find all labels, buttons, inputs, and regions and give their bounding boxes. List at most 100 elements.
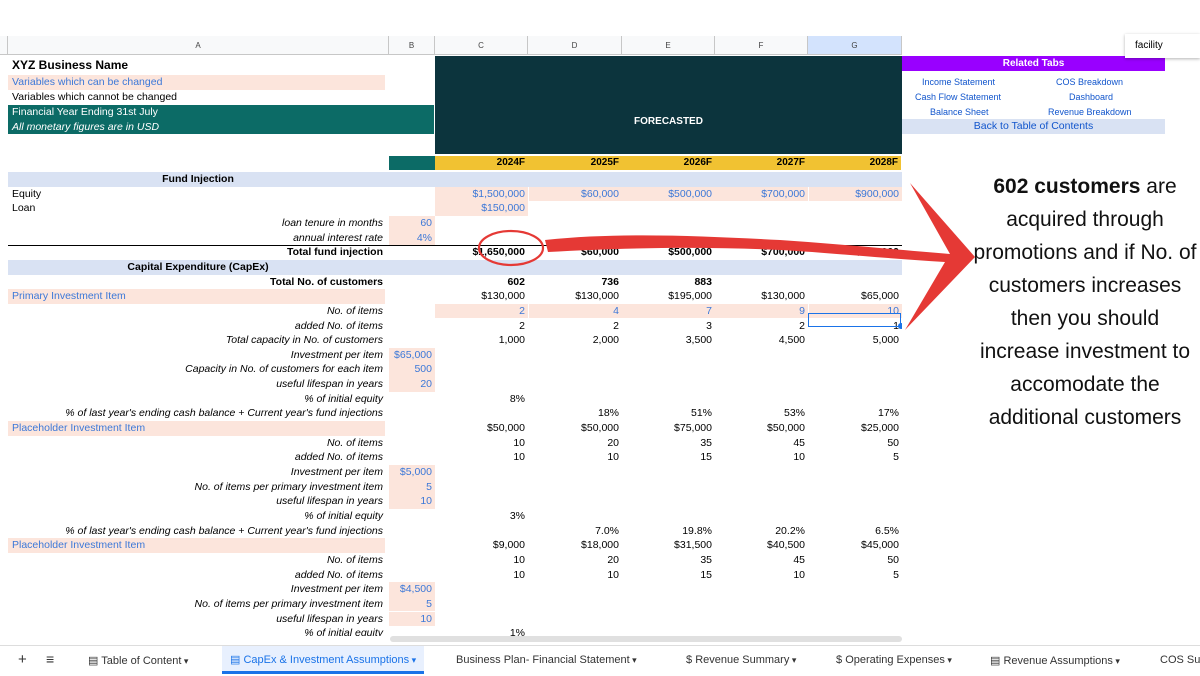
value-cell[interactable]: $65,000 — [809, 289, 899, 304]
corner-header[interactable] — [0, 36, 8, 55]
sheet-tab[interactable]: ▤ Table of Content ▾ — [88, 654, 188, 667]
value-cell[interactable]: 17% — [809, 406, 899, 421]
value-cell[interactable]: 1,000 — [435, 333, 525, 348]
value-cell[interactable]: $130,000 — [529, 289, 619, 304]
value-cell[interactable]: 19.8% — [622, 524, 712, 539]
value-cell[interactable]: $195,000 — [622, 289, 712, 304]
value-cell[interactable]: $40,500 — [715, 538, 805, 553]
all-sheets-icon[interactable]: ≡ — [46, 651, 54, 667]
value-cell[interactable]: 20 — [529, 436, 619, 451]
value-cell[interactable]: $1,500,000 — [435, 187, 525, 202]
sheet-tab[interactable]: $ Operating Expenses ▾ — [836, 654, 952, 666]
sheet-tab[interactable]: Business Plan- Financial Statement ▾ — [456, 654, 637, 666]
value-cell[interactable]: 5,000 — [809, 333, 899, 348]
sheet-tab[interactable]: COS Su — [1160, 654, 1200, 666]
column-header-g[interactable]: G — [808, 36, 902, 55]
value-cell[interactable]: 6.5% — [809, 524, 899, 539]
value-cell[interactable]: 7.0% — [529, 524, 619, 539]
value-cell[interactable]: $75,000 — [622, 421, 712, 436]
value-cell[interactable]: 10 — [529, 450, 619, 465]
link-cash-flow[interactable]: Cash Flow Statement — [915, 92, 1001, 102]
value-cell[interactable]: 883 — [622, 275, 712, 290]
input-value[interactable]: $5,000 — [389, 465, 432, 480]
column-header-c[interactable]: C — [435, 36, 528, 55]
value-cell[interactable]: 18% — [529, 406, 619, 421]
value-cell[interactable]: $50,000 — [715, 421, 805, 436]
link-revenue-breakdown[interactable]: Revenue Breakdown — [1048, 107, 1132, 117]
value-cell[interactable]: 5 — [809, 568, 899, 583]
value-cell[interactable]: 10 — [529, 568, 619, 583]
value-cell[interactable]: 4,500 — [715, 333, 805, 348]
link-income-statement[interactable]: Income Statement — [922, 77, 995, 87]
value-cell[interactable]: 2 — [715, 319, 805, 334]
value-cell[interactable]: 9 — [715, 304, 805, 319]
value-cell[interactable]: $60,000 — [529, 245, 619, 260]
column-header-d[interactable]: D — [528, 36, 622, 55]
chevron-down-icon[interactable]: ▾ — [409, 655, 417, 665]
value-cell[interactable]: 3 — [622, 319, 712, 334]
input-value[interactable]: 5 — [389, 597, 432, 612]
value-cell[interactable]: $130,000 — [435, 289, 525, 304]
link-cos-breakdown[interactable]: COS Breakdown — [1056, 77, 1123, 87]
value-cell[interactable]: $25,000 — [809, 421, 899, 436]
column-header-a[interactable]: A — [8, 36, 389, 55]
link-balance-sheet[interactable]: Balance Sheet — [930, 107, 989, 117]
value-cell[interactable]: 35 — [622, 436, 712, 451]
value-cell[interactable]: $1,650,000 — [435, 245, 525, 260]
value-cell[interactable]: 2 — [435, 304, 525, 319]
value-cell[interactable]: 50 — [809, 436, 899, 451]
value-cell[interactable]: 3,500 — [622, 333, 712, 348]
sheet-tab[interactable]: ▤ Revenue Assumptions ▾ — [990, 654, 1120, 667]
value-cell[interactable]: 10 — [435, 450, 525, 465]
value-cell[interactable]: 53% — [715, 406, 805, 421]
value-cell[interactable]: 1% — [435, 626, 525, 636]
value-cell[interactable]: 2 — [435, 319, 525, 334]
value-cell[interactable]: 7 — [622, 304, 712, 319]
fill-handle[interactable] — [898, 323, 902, 329]
value-cell[interactable]: $900,000 — [809, 187, 899, 202]
value-cell[interactable]: 15 — [622, 450, 712, 465]
horizontal-scrollbar[interactable] — [390, 636, 902, 642]
column-header-b[interactable]: B — [389, 36, 435, 55]
value-cell[interactable]: $45,000 — [809, 538, 899, 553]
value-cell[interactable]: 602 — [435, 275, 525, 290]
input-value[interactable]: 60 — [389, 216, 432, 231]
value-cell[interactable]: $700,000 — [715, 187, 805, 202]
value-cell[interactable]: 3% — [435, 509, 525, 524]
value-cell[interactable]: 50 — [809, 553, 899, 568]
value-cell[interactable]: 20.2% — [715, 524, 805, 539]
value-cell[interactable]: $50,000 — [435, 421, 525, 436]
value-cell[interactable]: 45 — [715, 436, 805, 451]
value-cell[interactable]: $900,000 — [809, 245, 899, 260]
value-cell[interactable]: 45 — [715, 553, 805, 568]
value-cell[interactable]: $31,500 — [622, 538, 712, 553]
value-cell[interactable]: 10 — [715, 450, 805, 465]
add-sheet-icon[interactable]: + — [18, 651, 27, 668]
input-value[interactable]: 500 — [389, 362, 432, 377]
value-cell[interactable]: 5 — [809, 450, 899, 465]
column-header-f[interactable]: F — [715, 36, 808, 55]
value-cell[interactable]: 736 — [529, 275, 619, 290]
value-cell[interactable]: 2,000 — [529, 333, 619, 348]
sheet-tab[interactable]: $ Revenue Summary ▾ — [686, 654, 796, 666]
chevron-down-icon[interactable]: ▾ — [789, 655, 797, 665]
value-cell[interactable]: $700,000 — [715, 245, 805, 260]
value-cell[interactable]: 10 — [715, 568, 805, 583]
value-cell[interactable]: 10 — [435, 553, 525, 568]
value-cell[interactable]: $150,000 — [435, 201, 525, 216]
value-cell[interactable]: $60,000 — [529, 187, 619, 202]
value-cell[interactable]: $50,000 — [529, 421, 619, 436]
value-cell[interactable]: 2 — [529, 319, 619, 334]
value-cell[interactable]: 20 — [529, 553, 619, 568]
chevron-down-icon[interactable]: ▾ — [945, 655, 952, 665]
value-cell[interactable]: 15 — [622, 568, 712, 583]
input-value[interactable]: $65,000 — [389, 348, 432, 363]
selected-cell[interactable] — [808, 313, 901, 327]
column-header-e[interactable]: E — [622, 36, 715, 55]
chevron-down-icon[interactable]: ▾ — [181, 656, 189, 666]
input-value[interactable]: 10 — [389, 612, 432, 627]
value-cell[interactable]: 51% — [622, 406, 712, 421]
sheet-tab[interactable]: ▤ CapEx & Investment Assumptions ▾ — [222, 646, 425, 674]
chevron-down-icon[interactable]: ▾ — [1113, 656, 1120, 666]
value-cell[interactable]: $18,000 — [529, 538, 619, 553]
